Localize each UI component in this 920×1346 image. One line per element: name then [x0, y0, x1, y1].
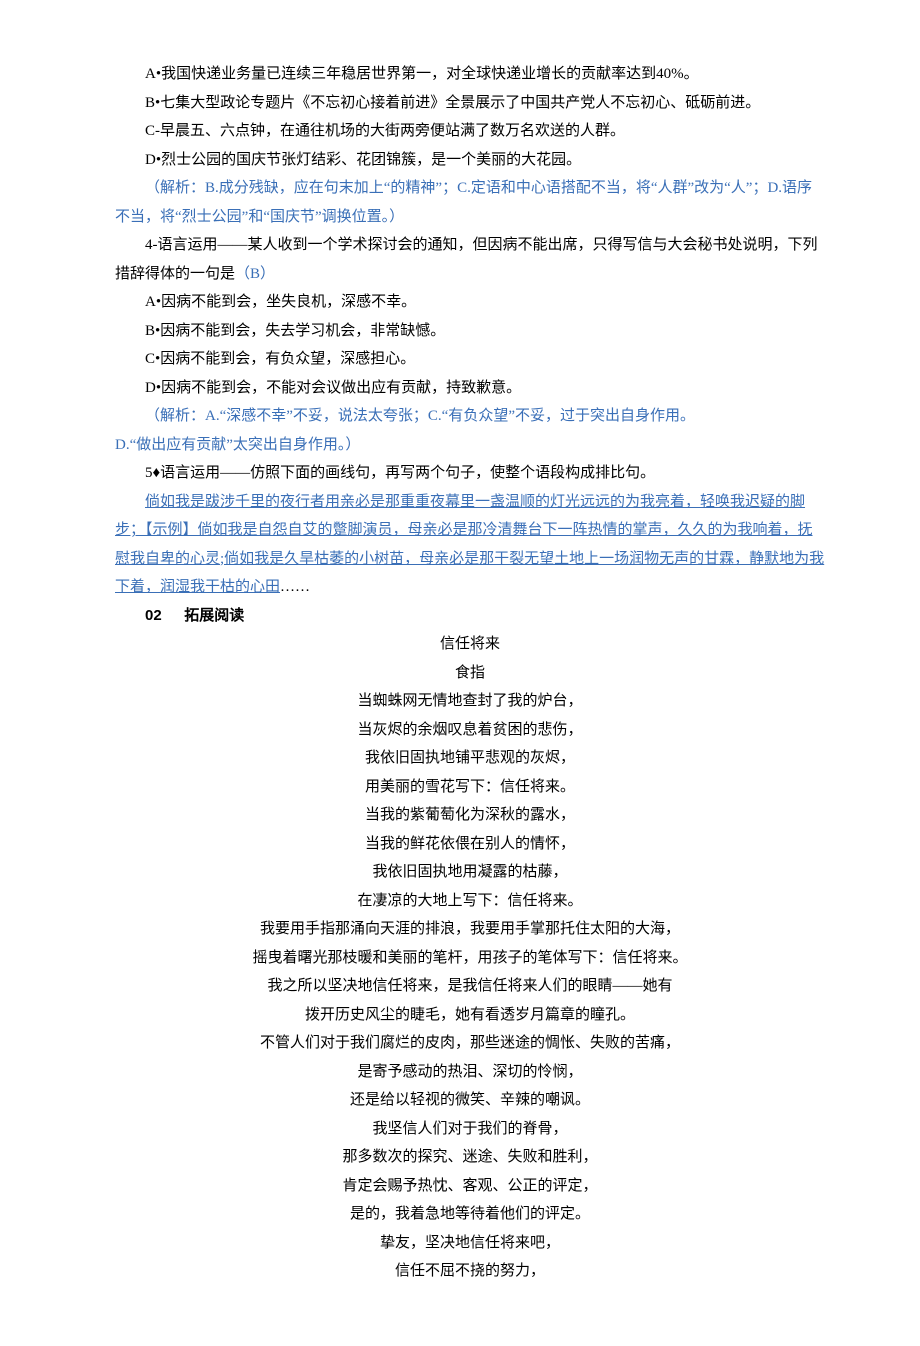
- poem-line: 我要用手指那涌向天涯的排浪，我要用手掌那托住太阳的大海，: [115, 915, 825, 944]
- poem-line: 我依旧固执地用凝露的枯藤，: [115, 858, 825, 887]
- q3-option-b: B•七集大型政论专题片《不忘初心接着前进》全景展示了中国共产党人不忘初心、砥砺前…: [115, 89, 825, 118]
- section-02-title: 拓展阅读: [184, 608, 244, 624]
- poem-line: 当蜘蛛网无情地查封了我的炉台，: [115, 687, 825, 716]
- q4-option-d: D•因病不能到会，不能对会议做出应有贡献，持致歉意。: [115, 374, 825, 403]
- poem-line: 当灰烬的余烟叹息着贫困的悲伤，: [115, 716, 825, 745]
- q4-analysis-line1: （解析：A.“深感不幸”不妥，说法太夸张；C.“有负众望”不妥，过于突出自身作用…: [115, 402, 825, 431]
- poem-line: 我坚信人们对于我们的脊骨，: [115, 1115, 825, 1144]
- q5-stem: 5♦语言运用——仿照下面的画线句，再写两个句子，使整个语段构成排比句。: [115, 459, 825, 488]
- poem-line: 在凄凉的大地上写下：信任将来。: [115, 887, 825, 916]
- q3-option-a: A•我国快递业务量已连续三年稳居世界第一，对全球快递业增长的贡献率达到40%。: [115, 60, 825, 89]
- section-02-header: 02 拓展阅读: [115, 602, 825, 631]
- q5-tail: ……: [280, 579, 310, 595]
- q4-stem: 4-语言运用——某人收到一个学术探讨会的通知，但因病不能出席，只得写信与大会秘书…: [115, 231, 825, 288]
- poem-line: 当我的紫葡萄化为深秋的露水，: [115, 801, 825, 830]
- q4-option-c: C•因病不能到会，有负众望，深感担心。: [115, 345, 825, 374]
- q4-answer: （B）: [235, 266, 275, 282]
- poem-line: 肯定会赐予热忱、客观、公正的评定，: [115, 1172, 825, 1201]
- poem-line: 我依旧固执地铺平悲观的灰烬，: [115, 744, 825, 773]
- poem-line: 拨开历史风尘的睫毛，她有看透岁月篇章的瞳孔。: [115, 1001, 825, 1030]
- poem-line: 信任不屈不挠的努力，: [115, 1257, 825, 1286]
- poem-line: 是的，我着急地等待着他们的评定。: [115, 1200, 825, 1229]
- q5-example: 倘如我是跋涉千里的夜行者用亲必是那重重夜幕里一盏温顺的灯光远远的为我亮着，轻唤我…: [115, 488, 825, 602]
- q4-stem-text: 4-语言运用——某人收到一个学术探讨会的通知，但因病不能出席，只得写信与大会秘书…: [115, 237, 818, 282]
- poem-title: 信任将来: [115, 630, 825, 659]
- q4-analysis-line2: D.“做出应有贡献”太突出自身作用。）: [115, 431, 825, 460]
- poem-line: 摇曳着曙光那枝暖和美丽的笔杆，用孩子的笔体写下：信任将来。: [115, 944, 825, 973]
- q3-option-c: C-早晨五、六点钟，在通往机场的大街两旁便站满了数万名欢送的人群。: [115, 117, 825, 146]
- q4-option-a: A•因病不能到会，坐失良机，深感不幸。: [115, 288, 825, 317]
- poem-line: 当我的鲜花依偎在别人的情怀，: [115, 830, 825, 859]
- q3-analysis: （解析：B.成分残缺，应在句末加上“的精神”；C.定语和中心语搭配不当，将“人群…: [115, 174, 825, 231]
- poem-line: 用美丽的雪花写下：信任将来。: [115, 773, 825, 802]
- poem-line: 那多数次的探究、迷途、失败和胜利，: [115, 1143, 825, 1172]
- section-02-num: 02: [145, 607, 162, 624]
- poem-author: 食指: [115, 659, 825, 688]
- q4-option-b: B•因病不能到会，失去学习机会，非常缺憾。: [115, 317, 825, 346]
- q5-example-text: 倘如我是跋涉千里的夜行者用亲必是那重重夜幕里一盏温顺的灯光远远的为我亮着，轻唤我…: [115, 494, 824, 596]
- poem-line: 我之所以坚决地信任将来，是我信任将来人们的眼睛——她有: [115, 972, 825, 1001]
- poem-line: 不管人们对于我们腐烂的皮肉，那些迷途的惆怅、失败的苦痛，: [115, 1029, 825, 1058]
- poem-line: 还是给以轻视的微笑、辛辣的嘲讽。: [115, 1086, 825, 1115]
- q3-option-d: D•烈士公园的国庆节张灯结彩、花团锦簇，是一个美丽的大花园。: [115, 146, 825, 175]
- poem-line: 是寄予感动的热泪、深切的怜悯，: [115, 1058, 825, 1087]
- poem-line: 挚友，坚决地信任将来吧，: [115, 1229, 825, 1258]
